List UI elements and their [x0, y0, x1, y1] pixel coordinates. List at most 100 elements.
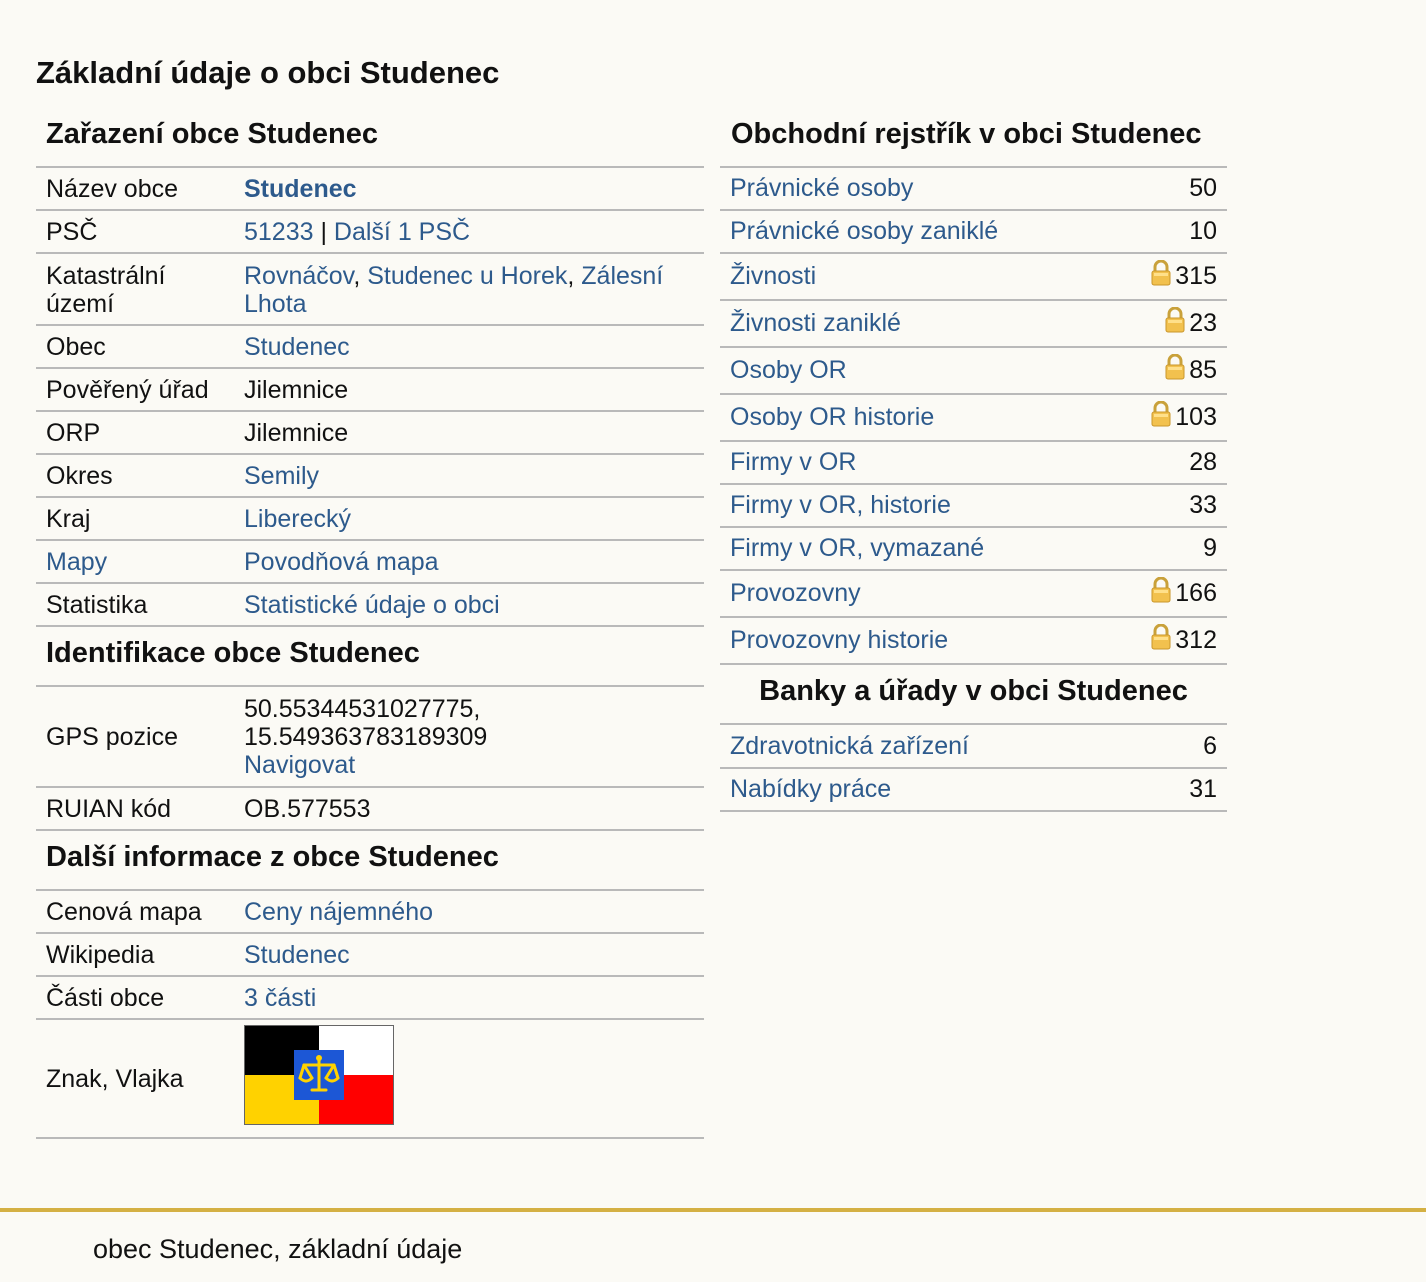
register-count: 103: [1175, 403, 1217, 431]
table-row: RUIAN kód OB.577553: [36, 787, 704, 831]
register-count-cell: 85: [1110, 347, 1227, 395]
wikipedia-link[interactable]: Studenec: [244, 941, 350, 969]
row-label: Statistika: [36, 583, 234, 627]
comma-separator: ,: [353, 261, 368, 290]
section-title-dalsi: Další informace z obce Studenec: [36, 831, 704, 891]
register-count-cell: 23: [1110, 300, 1227, 348]
register-link[interactable]: Osoby OR historie: [730, 403, 934, 431]
register-count-cell: 312: [1110, 617, 1227, 665]
table-row: Obec Studenec: [36, 325, 704, 369]
okres-link[interactable]: Semily: [244, 462, 319, 490]
more-psc-link[interactable]: Další 1 PSČ: [334, 218, 470, 246]
page-title: Základní údaje o obci Studenec: [36, 55, 500, 90]
register-link[interactable]: Právnické osoby zaniklé: [730, 217, 998, 245]
register-count: 9: [1203, 534, 1217, 562]
section-title-obchodni: Obchodní rejstřík v obci Studenec: [720, 108, 1227, 168]
obec-name-link[interactable]: Studenec: [244, 175, 357, 203]
register-count-cell: 315: [1110, 253, 1227, 301]
row-label: Pověřený úřad: [36, 368, 234, 412]
section-title-identifikace: Identifikace obce Studenec: [36, 627, 704, 687]
row-value: Jilemnice: [234, 368, 704, 412]
register-count: 166: [1175, 579, 1217, 607]
register-link[interactable]: Provozovny: [730, 579, 861, 607]
lock-icon: [1151, 259, 1171, 292]
municipality-flag: [244, 1025, 394, 1125]
table-row: Provozovny historie 312: [720, 617, 1227, 665]
register-link[interactable]: Firmy v OR, historie: [730, 491, 951, 519]
table-row: Okres Semily: [36, 454, 704, 498]
row-label: Části obce: [36, 976, 234, 1020]
table-row: Kraj Liberecký: [36, 497, 704, 541]
register-count-cell: 50: [1110, 168, 1227, 211]
kraj-link[interactable]: Liberecký: [244, 505, 351, 533]
register-count-cell: 10: [1110, 210, 1227, 254]
mapy-link[interactable]: Mapy: [46, 548, 107, 576]
identifikace-table: GPS pozice 50.55344531027775, 15.5493637…: [36, 687, 704, 831]
register-link[interactable]: Firmy v OR: [730, 448, 856, 476]
casti-obce-link[interactable]: 3 části: [244, 984, 316, 1012]
katastr-link-studenec-u-horek[interactable]: Studenec u Horek: [367, 262, 567, 290]
table-row: Zdravotnická zařízení 6: [720, 725, 1227, 769]
katastr-cell: Rovnáčov, Studenec u Horek, Zálesní Lhot…: [234, 253, 704, 326]
table-row: Katastrální území Rovnáčov, Studenec u H…: [36, 253, 704, 326]
table-row: Nabídky práce 31: [720, 768, 1227, 812]
lock-icon: [1151, 400, 1171, 433]
lock-icon: [1151, 576, 1171, 609]
register-count: 28: [1189, 448, 1217, 476]
institution-link[interactable]: Nabídky práce: [730, 775, 891, 803]
lock-icon: [1151, 623, 1171, 656]
table-row: Wikipedia Studenec: [36, 933, 704, 977]
institution-count: 31: [1147, 768, 1227, 812]
table-row: Firmy v OR, historie 33: [720, 484, 1227, 528]
psc-link[interactable]: 51233: [244, 218, 314, 246]
table-row: Části obce 3 části: [36, 976, 704, 1020]
gps-latitude: 50.55344531027775,: [244, 695, 481, 723]
lock-icon: [1165, 353, 1185, 386]
banky-table: Zdravotnická zařízení 6 Nabídky práce 31: [720, 725, 1227, 812]
table-row: Právnické osoby 50: [720, 168, 1227, 211]
footer: obec Studenec, základní údaje: [0, 1208, 1426, 1282]
row-label: Cenová mapa: [36, 891, 234, 934]
table-row: Právnické osoby zaniklé 10: [720, 210, 1227, 254]
statistika-link[interactable]: Statistické údaje o obci: [244, 591, 500, 619]
section-title-banky: Banky a úřady v obci Studenec: [720, 665, 1227, 725]
register-count-cell: 33: [1110, 484, 1227, 528]
register-count-cell: 103: [1110, 394, 1227, 442]
register-count: 50: [1189, 174, 1217, 202]
navigate-link[interactable]: Navigovat: [244, 751, 355, 779]
row-label: Obec: [36, 325, 234, 369]
psc-cell: 51233 | Další 1 PSČ: [234, 210, 704, 254]
left-column: Zařazení obce Studenec Název obce Studen…: [36, 108, 704, 1139]
row-label: Znak, Vlajka: [36, 1019, 234, 1139]
register-link[interactable]: Právnické osoby: [730, 174, 913, 202]
table-row: Název obce Studenec: [36, 168, 704, 211]
table-row: Provozovny 166: [720, 570, 1227, 618]
obec-link[interactable]: Studenec: [244, 333, 350, 361]
gps-cell: 50.55344531027775, 15.549363783189309 Na…: [234, 687, 704, 788]
row-label: Kraj: [36, 497, 234, 541]
comma-separator: ,: [567, 261, 582, 290]
register-link[interactable]: Osoby OR: [730, 356, 847, 384]
register-link[interactable]: Provozovny historie: [730, 626, 948, 654]
register-link[interactable]: Firmy v OR, vymazané: [730, 534, 984, 562]
povodnova-mapa-link[interactable]: Povodňová mapa: [244, 548, 439, 576]
row-label: RUIAN kód: [36, 787, 234, 831]
row-label: GPS pozice: [36, 687, 234, 788]
table-row: Osoby OR historie 103: [720, 394, 1227, 442]
row-label: Katastrální území: [36, 253, 234, 326]
section-title-zarazeni: Zařazení obce Studenec: [36, 108, 704, 168]
ceny-najemneho-link[interactable]: Ceny nájemného: [244, 898, 433, 926]
register-link[interactable]: Živnosti: [730, 262, 816, 290]
register-count: 85: [1189, 356, 1217, 384]
table-row: Firmy v OR, vymazané 9: [720, 527, 1227, 571]
scales-crest-icon: [294, 1050, 344, 1100]
table-row: Živnosti zaniklé 23: [720, 300, 1227, 348]
table-row: ORP Jilemnice: [36, 411, 704, 455]
table-row: Mapy Povodňová mapa: [36, 540, 704, 584]
register-count: 312: [1175, 626, 1217, 654]
katastr-link-rovnacov[interactable]: Rovnáčov: [244, 262, 353, 290]
register-link[interactable]: Živnosti zaniklé: [730, 309, 901, 337]
register-count-cell: 9: [1110, 527, 1227, 571]
institution-link[interactable]: Zdravotnická zařízení: [730, 732, 969, 760]
register-count-cell: 28: [1110, 441, 1227, 485]
